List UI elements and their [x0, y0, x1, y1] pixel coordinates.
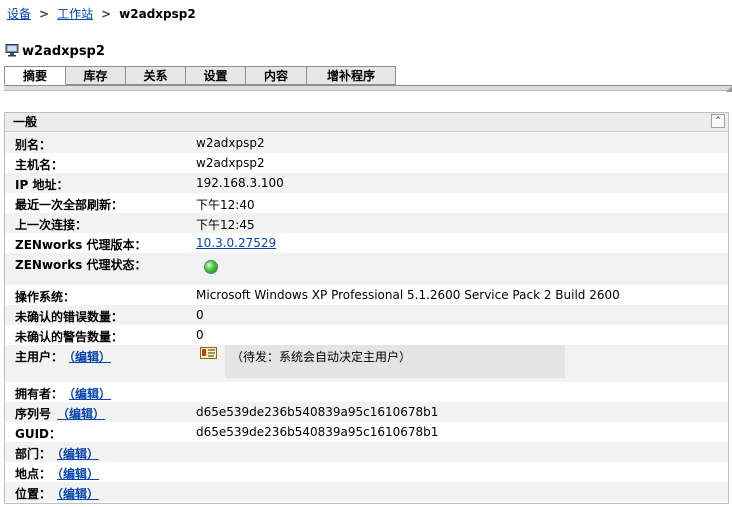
agent-status-label: ZENworks 代理状态：: [15, 258, 147, 272]
breadcrumb-separator: >: [101, 7, 112, 21]
tab-settings[interactable]: 设置: [186, 66, 246, 85]
row-agent-version: ZENworks 代理版本： 10.3.0.27529: [5, 233, 728, 253]
site-label: 地点：: [15, 467, 52, 481]
tab-patches[interactable]: 增补程序: [307, 66, 396, 85]
ip-label: IP 地址：: [15, 178, 69, 192]
primary-user-label-group: 主用户： （编辑）: [15, 348, 111, 365]
row-last-refresh: 最近一次全部刷新： 下午12:40: [5, 193, 728, 213]
breadcrumb-current: w2adxpsp2: [119, 7, 196, 21]
panel-title: 一般: [13, 115, 38, 129]
breadcrumb-workstations-link[interactable]: 工作站: [57, 7, 93, 21]
row-last-contact: 上一次连接： 下午12:45: [5, 213, 728, 233]
status-ok-icon: [204, 260, 218, 274]
errors-value: 0: [196, 308, 204, 322]
tab-content-bar: [4, 85, 732, 92]
row-site: 地点： （编辑）: [5, 462, 728, 482]
serial-edit-link[interactable]: （编辑）: [57, 407, 105, 421]
os-value: Microsoft Windows XP Professional 5.1.26…: [196, 288, 620, 302]
location-edit-link[interactable]: （编辑）: [57, 487, 99, 501]
department-label-group: 部门： （编辑）: [15, 445, 99, 462]
tab-bar-corner: [726, 86, 732, 92]
location-label: 位置：: [15, 487, 52, 501]
row-hostname: 主机名： w2adxpsp2: [5, 153, 728, 173]
tab-strip: 摘要 库存 关系 设置 内容 增补程序: [4, 66, 396, 85]
primary-user-edit-link[interactable]: （编辑）: [69, 350, 111, 364]
page-title: w2adxpsp2: [5, 44, 105, 61]
last-contact-value: 下午12:45: [196, 218, 255, 232]
tab-relationships[interactable]: 关系: [126, 66, 186, 85]
primary-user-value: （待发：系统会自动决定主用户）: [231, 350, 412, 364]
row-guid: GUID： d65e539de236b540839a95c1610678b1: [5, 422, 728, 442]
hostname-value: w2adxpsp2: [196, 156, 265, 170]
owner-label: 拥有者：: [15, 387, 64, 401]
row-alias: 别名： w2adxpsp2: [5, 133, 728, 153]
tab-content[interactable]: 内容: [246, 66, 307, 85]
site-edit-link[interactable]: （编辑）: [57, 467, 99, 481]
warnings-label: 未确认的警告数量：: [15, 330, 124, 344]
tab-inventory[interactable]: 库存: [66, 66, 126, 85]
serial-label-group: 序列号 （编辑）: [15, 405, 105, 422]
guid-value: d65e539de236b540839a95c1610678b1: [196, 425, 439, 439]
last-contact-label: 上一次连接：: [15, 218, 88, 232]
agent-version-label: ZENworks 代理版本：: [15, 238, 147, 252]
row-warnings: 未确认的警告数量： 0: [5, 325, 728, 345]
collapse-icon[interactable]: ⌃: [711, 114, 725, 128]
guid-label: GUID：: [15, 427, 62, 441]
row-primary-user: 主用户： （编辑） （待发：系统会自动决定主用户）: [5, 345, 728, 382]
last-refresh-value: 下午12:40: [196, 198, 255, 212]
user-card-icon: [200, 347, 217, 359]
alias-value: w2adxpsp2: [196, 136, 265, 150]
general-panel: 一般 ⌃ 别名： w2adxpsp2 主机名： w2adxpsp2 IP 地址：…: [4, 112, 729, 504]
ip-value: 192.168.3.100: [196, 176, 284, 190]
breadcrumb-devices-link[interactable]: 设备: [7, 7, 31, 21]
department-label: 部门：: [15, 447, 52, 461]
page-title-text: w2adxpsp2: [22, 44, 105, 59]
site-label-group: 地点： （编辑）: [15, 465, 99, 482]
primary-user-label: 主用户：: [15, 350, 64, 364]
row-owner: 拥有者： （编辑）: [5, 382, 728, 402]
panel-header: 一般 ⌃: [5, 113, 728, 132]
last-refresh-label: 最近一次全部刷新：: [15, 198, 124, 212]
row-department: 部门： （编辑）: [5, 442, 728, 462]
serial-label: 序列号: [15, 407, 52, 421]
row-agent-status: ZENworks 代理状态：: [5, 253, 728, 285]
serial-value: d65e539de236b540839a95c1610678b1: [196, 405, 439, 419]
row-location: 位置： （编辑）: [5, 482, 728, 502]
row-ip: IP 地址： 192.168.3.100: [5, 173, 728, 193]
tab-summary[interactable]: 摘要: [4, 66, 66, 85]
workstation-icon: [5, 44, 19, 61]
row-serial: 序列号 （编辑） d65e539de236b540839a95c1610678b1: [5, 402, 728, 422]
breadcrumb: 设备 > 工作站 > w2adxpsp2: [7, 5, 196, 22]
owner-label-group: 拥有者： （编辑）: [15, 385, 111, 402]
breadcrumb-separator: >: [39, 7, 50, 21]
location-label-group: 位置： （编辑）: [15, 485, 99, 502]
owner-edit-link[interactable]: （编辑）: [69, 387, 111, 401]
row-os: 操作系统： Microsoft Windows XP Professional …: [5, 285, 728, 305]
warnings-value: 0: [196, 328, 204, 342]
agent-version-link[interactable]: 10.3.0.27529: [196, 236, 276, 250]
errors-label: 未确认的错误数量：: [15, 310, 124, 324]
os-label: 操作系统：: [15, 290, 76, 304]
alias-label: 别名：: [15, 138, 52, 152]
row-errors: 未确认的错误数量： 0: [5, 305, 728, 325]
department-edit-link[interactable]: （编辑）: [57, 447, 99, 461]
hostname-label: 主机名：: [15, 158, 64, 172]
